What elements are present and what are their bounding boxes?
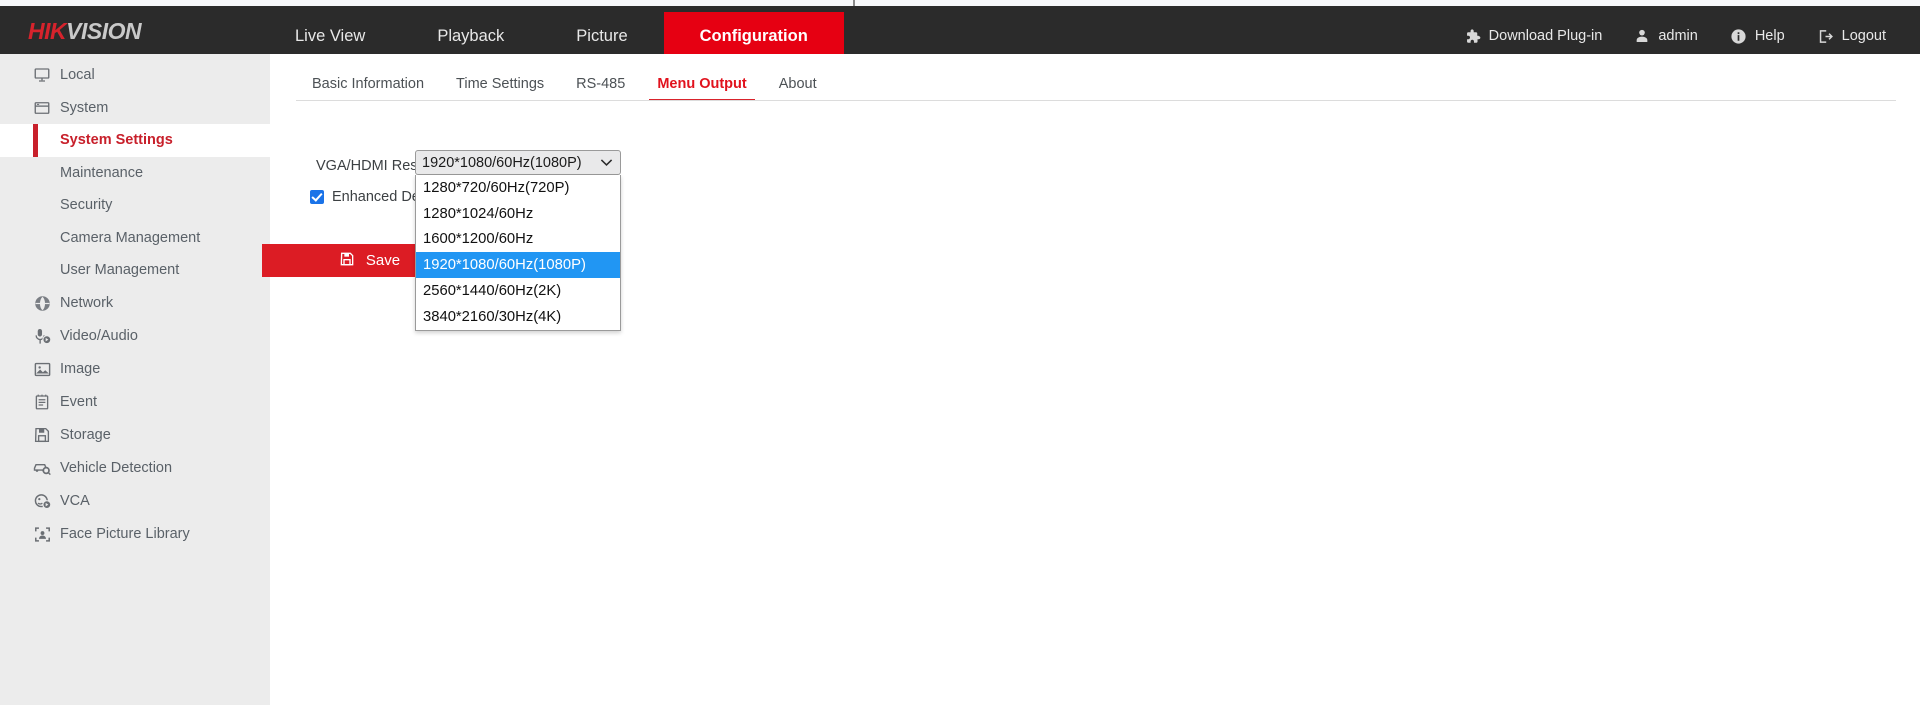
main-nav-tabs: Live View Playback Picture Configuration — [259, 12, 844, 60]
resolution-option-1280x1024[interactable]: 1280*1024/60Hz — [416, 201, 620, 227]
vca-icon — [32, 491, 52, 511]
download-plugin-label: Download Plug-in — [1489, 28, 1603, 44]
sidebar-item-maintenance[interactable]: Maintenance — [0, 157, 270, 190]
sidebar-label-video-audio: Video/Audio — [60, 328, 138, 344]
help-label: Help — [1755, 28, 1785, 44]
sidebar-label-vca: VCA — [60, 493, 90, 509]
sidebar-item-camera-management[interactable]: Camera Management — [0, 222, 270, 255]
logo-text-vision: VISION — [66, 18, 141, 44]
sidebar-item-security[interactable]: Security — [0, 189, 270, 222]
microphone-play-icon — [32, 326, 52, 346]
logout-button[interactable]: Logout — [1801, 28, 1902, 45]
vga-hdmi-resolution-select[interactable]: 1920*1080/60Hz(1080P) — [415, 150, 621, 175]
logout-label: Logout — [1842, 28, 1886, 44]
resolution-option-3840x2160[interactable]: 3840*2160/30Hz(4K) — [416, 304, 620, 330]
sidebar-label-system: System — [60, 100, 108, 116]
face-frame-icon — [32, 524, 52, 544]
vga-hdmi-resolution-option-list: 1280*720/60Hz(720P) 1280*1024/60Hz 1600*… — [415, 175, 621, 331]
user-account-button[interactable]: admin — [1618, 28, 1714, 44]
hikvision-logo[interactable]: HIKVISION — [28, 18, 141, 45]
sidebar-label-local: Local — [60, 67, 95, 83]
sidebar-item-storage[interactable]: Storage — [0, 419, 270, 452]
logout-icon — [1817, 28, 1834, 45]
sidebar-item-event[interactable]: Event — [0, 386, 270, 419]
floppy-save-icon — [339, 251, 355, 271]
sidebar-label-image: Image — [60, 361, 100, 377]
sidebar-item-video-audio[interactable]: Video/Audio — [0, 320, 270, 353]
resolution-option-2560x1440[interactable]: 2560*1440/60Hz(2K) — [416, 278, 620, 304]
subtab-menu-output[interactable]: Menu Output — [641, 76, 762, 101]
sidebar-item-user-management[interactable]: User Management — [0, 254, 270, 287]
logo-text-hik: HIK — [28, 18, 66, 44]
nav-tab-playback[interactable]: Playback — [401, 12, 540, 60]
config-subtabs: Basic Information Time Settings RS-485 M… — [296, 68, 1896, 101]
sidebar-label-vehicle-detection: Vehicle Detection — [60, 460, 172, 476]
subtab-about[interactable]: About — [763, 76, 833, 101]
content-panel: Basic Information Time Settings RS-485 M… — [270, 54, 1920, 705]
user-account-label: admin — [1658, 28, 1698, 44]
info-circle-icon — [1730, 28, 1747, 45]
globe-icon — [32, 293, 52, 313]
sidebar-item-system-settings[interactable]: System Settings — [0, 124, 270, 157]
resolution-option-1920x1080[interactable]: 1920*1080/60Hz(1080P) — [416, 252, 620, 278]
sidebar-label-maintenance: Maintenance — [60, 165, 143, 181]
sidebar-item-system[interactable]: System — [0, 91, 270, 124]
sidebar-item-image[interactable]: Image — [0, 353, 270, 386]
subtab-rs485[interactable]: RS-485 — [560, 76, 641, 101]
sidebar-item-local[interactable]: Local — [0, 58, 270, 91]
subtab-time-settings[interactable]: Time Settings — [440, 76, 560, 101]
page-root: HIKVISION Live View Playback Picture Con… — [0, 0, 1920, 705]
sidebar-label-user-management: User Management — [60, 262, 179, 278]
enhanced-decoding-mode-checkbox[interactable] — [310, 190, 324, 204]
sidebar-label-system-settings: System Settings — [60, 132, 173, 148]
active-indicator-bar — [33, 124, 38, 157]
subtabs-divider — [296, 100, 1896, 101]
clipboard-icon — [32, 392, 52, 412]
sidebar-label-storage: Storage — [60, 427, 111, 443]
sidebar-item-network[interactable]: Network — [0, 287, 270, 320]
window-icon — [32, 98, 52, 118]
sidebar-label-event: Event — [60, 394, 97, 410]
floppy-disk-icon — [32, 425, 52, 445]
car-search-icon — [32, 458, 52, 478]
resolution-option-1280x720[interactable]: 1280*720/60Hz(720P) — [416, 175, 620, 201]
chevron-down-icon — [600, 155, 613, 171]
sidebar-label-face-picture-library: Face Picture Library — [60, 526, 190, 542]
sidebar: Local System System Settings Maintenance… — [0, 54, 270, 705]
sidebar-item-face-picture-library[interactable]: Face Picture Library — [0, 518, 270, 551]
subtab-basic-information[interactable]: Basic Information — [296, 76, 440, 101]
monitor-icon — [32, 65, 52, 85]
sidebar-item-vca[interactable]: VCA — [0, 485, 270, 518]
nav-tab-live-view[interactable]: Live View — [259, 12, 401, 60]
user-icon — [1634, 28, 1650, 44]
sidebar-item-vehicle-detection[interactable]: Vehicle Detection — [0, 452, 270, 485]
vga-hdmi-resolution-select-wrapper: 1920*1080/60Hz(1080P) 1280*720/60Hz(720P… — [415, 150, 621, 175]
top-nav-right-group: Download Plug-in admin — [1448, 12, 1902, 60]
download-plugin-button[interactable]: Download Plug-in — [1448, 28, 1619, 45]
nav-tab-picture[interactable]: Picture — [540, 12, 663, 60]
save-button-label: Save — [366, 252, 400, 269]
resolution-option-1600x1200[interactable]: 1600*1200/60Hz — [416, 227, 620, 253]
picture-icon — [32, 359, 52, 379]
nav-tab-configuration[interactable]: Configuration — [664, 12, 844, 60]
puzzle-piece-icon — [1464, 28, 1481, 45]
sidebar-label-network: Network — [60, 295, 113, 311]
sidebar-label-security: Security — [60, 197, 112, 213]
help-button[interactable]: Help — [1714, 28, 1801, 45]
top-navigation-bar: HIKVISION Live View Playback Picture Con… — [0, 6, 1920, 54]
vga-hdmi-resolution-value: 1920*1080/60Hz(1080P) — [422, 155, 582, 171]
sidebar-label-camera-management: Camera Management — [60, 230, 200, 246]
